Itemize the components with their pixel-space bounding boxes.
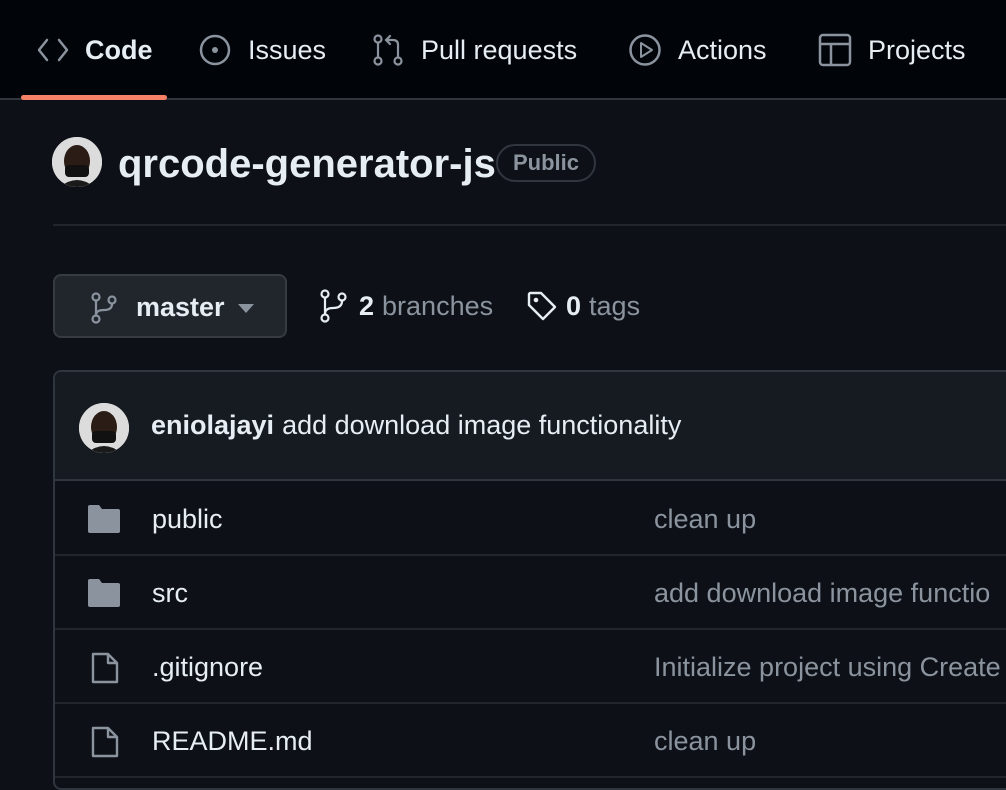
- file-commit-message[interactable]: clean up: [654, 504, 756, 535]
- git-pull-request-icon: [373, 34, 403, 66]
- commit-author-avatar[interactable]: [79, 403, 129, 453]
- latest-commit-row: eniolajayi add download image functionali…: [55, 372, 1006, 481]
- tab-projects[interactable]: Projects: [818, 0, 966, 100]
- play-icon: [629, 34, 661, 66]
- file-list: eniolajayi add download image functionali…: [53, 370, 1006, 790]
- tab-code[interactable]: Code: [37, 0, 153, 100]
- tag-icon: [527, 291, 557, 321]
- header-divider: [53, 224, 1006, 226]
- file-commit-message[interactable]: Initialize project using Create: [654, 652, 1001, 683]
- repo-name-link[interactable]: qrcode-generator-js: [118, 137, 496, 191]
- owner-avatar[interactable]: [52, 137, 102, 187]
- tags-label: tags: [589, 290, 641, 321]
- folder-icon: [88, 505, 120, 533]
- branches-link[interactable]: 2 branches: [319, 284, 493, 328]
- file-name-link[interactable]: README.md: [152, 726, 313, 757]
- file-row[interactable]: README.md clean up: [55, 704, 1006, 778]
- visibility-badge: Public: [496, 144, 597, 182]
- folder-icon: [88, 579, 120, 607]
- file-name-link[interactable]: public: [152, 504, 223, 535]
- repo-nav: Code Issues Pull requests Actions Projec…: [0, 0, 1006, 100]
- branch-name: master: [136, 292, 225, 322]
- file-icon: [91, 652, 119, 684]
- commit-author-link[interactable]: eniolajayi: [151, 410, 274, 440]
- file-commit-message[interactable]: add download image functio: [654, 578, 990, 609]
- file-commit-message[interactable]: clean up: [654, 726, 756, 757]
- file-icon: [91, 726, 119, 758]
- file-row[interactable]: src add download image functio: [55, 556, 1006, 630]
- tab-code-label: Code: [85, 34, 153, 65]
- tab-issues-label: Issues: [248, 34, 327, 65]
- file-row[interactable]: public clean up: [55, 482, 1006, 556]
- code-icon: [37, 38, 69, 62]
- tab-projects-label: Projects: [868, 34, 966, 65]
- branches-count: 2: [359, 290, 375, 321]
- commit-message-link[interactable]: add download image functionality: [282, 410, 681, 440]
- tab-pull-requests[interactable]: Pull requests: [371, 0, 577, 100]
- tags-link[interactable]: 0 tags: [526, 284, 640, 328]
- selected-tab-indicator: [21, 95, 167, 100]
- tags-count: 0: [566, 290, 582, 321]
- branches-label: branches: [382, 290, 494, 321]
- file-name-link[interactable]: src: [152, 578, 188, 609]
- caret-down-icon: [238, 304, 254, 313]
- table-icon: [818, 33, 852, 67]
- file-row[interactable]: .gitignore Initialize project using Crea…: [55, 630, 1006, 704]
- tab-actions[interactable]: Actions: [628, 0, 767, 100]
- issue-opened-icon: [199, 34, 231, 66]
- git-branch-icon: [91, 292, 117, 324]
- git-branch-icon: [320, 289, 347, 323]
- tab-pull-requests-label: Pull requests: [421, 34, 578, 65]
- branch-select-button[interactable]: master: [53, 274, 287, 338]
- tab-issues[interactable]: Issues: [198, 0, 326, 100]
- latest-commit-text: eniolajayi add download image functionali…: [151, 410, 681, 441]
- file-name-link[interactable]: .gitignore: [152, 652, 263, 683]
- tab-actions-label: Actions: [678, 34, 767, 65]
